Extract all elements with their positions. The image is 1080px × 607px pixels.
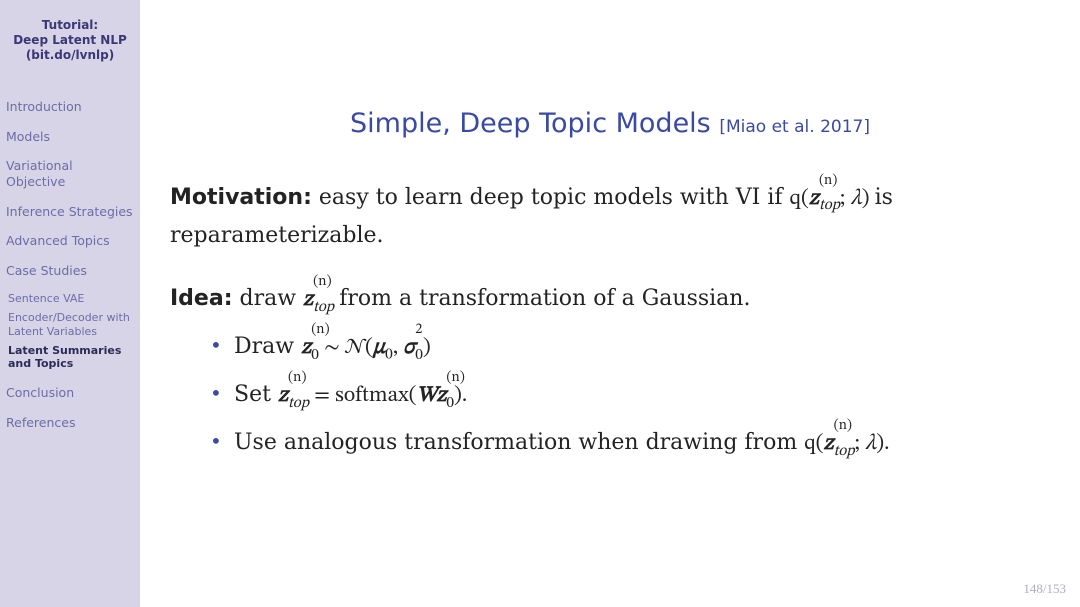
tutorial-title-line1: Tutorial: — [42, 18, 98, 32]
nav-advanced-topics[interactable]: Advanced Topics — [6, 233, 134, 249]
nav-intro-label: Introduction — [6, 99, 82, 114]
idea-bullets: Draw z(n)0 ∼ 𝒩(µ0, σ20) Set z(n)top = so… — [170, 329, 1038, 463]
slide-title-citation: [Miao et al. 2017] — [719, 117, 870, 137]
nav-case-label: Case Studies — [6, 263, 87, 278]
nav-conclusion-label: Conclusion — [6, 385, 74, 400]
nav-vo-label: Variational Objective — [6, 158, 73, 189]
nav-models[interactable]: Models — [6, 129, 134, 145]
tutorial-title-line2: Deep Latent NLP — [13, 33, 127, 47]
nav-sub3-label: Latent Summaries and Topics — [8, 344, 121, 371]
motivation-paragraph: Motivation: easy to learn deep topic mod… — [170, 180, 1038, 253]
motivation-label: Motivation: — [170, 185, 312, 210]
nav-sub1-label: Sentence VAE — [8, 292, 84, 305]
page-number: 148/153 — [1023, 581, 1066, 597]
nav-sub-latent-summaries[interactable]: Latent Summaries and Topics — [8, 344, 134, 372]
idea-text-after: from a transformation of a Gaussian. — [339, 286, 750, 311]
nav-models-label: Models — [6, 129, 50, 144]
nav-refs-label: References — [6, 415, 75, 430]
nav-case-studies[interactable]: Case Studies — [6, 263, 134, 279]
idea-label: Idea: — [170, 286, 233, 311]
slide-title-text: Simple, Deep Topic Models — [350, 108, 711, 139]
slide: Tutorial: Deep Latent NLP (bit.do/lvnlp)… — [0, 0, 1080, 607]
tutorial-title-line3: (bit.do/lvnlp) — [26, 48, 114, 62]
bullet-draw-z0: Draw z(n)0 ∼ 𝒩(µ0, σ20) — [210, 329, 1038, 367]
nav-inference-strategies[interactable]: Inference Strategies — [6, 204, 134, 220]
idea-z-top: z(n)top — [303, 289, 339, 311]
slide-content: Motivation: easy to learn deep topic mod… — [170, 180, 1038, 463]
page-number-text: 148/153 — [1023, 581, 1066, 596]
nav-conclusion[interactable]: Conclusion — [6, 385, 134, 401]
nav-sub-encoder-decoder[interactable]: Encoder/Decoder with Latent Variables — [8, 311, 134, 339]
idea-text-before: draw — [240, 286, 304, 311]
motivation-q-expression: q(z(n)top; λ) — [790, 188, 875, 210]
nav-adv-label: Advanced Topics — [6, 233, 110, 248]
motivation-text-before: easy to learn deep topic models with VI … — [319, 185, 790, 210]
bullet-analogous-q: Use analogous transformation when drawin… — [210, 425, 1038, 463]
nav-sub-sentence-vae[interactable]: Sentence VAE — [8, 292, 134, 306]
slide-title: Simple, Deep Topic Models [Miao et al. 2… — [140, 108, 1080, 139]
nav-inf-label: Inference Strategies — [6, 204, 133, 219]
bullet-set-ztop: Set z(n)top = softmax(Wz(n)0). — [210, 377, 1038, 415]
slide-body: Simple, Deep Topic Models [Miao et al. 2… — [140, 0, 1080, 607]
bullet3-math: q(z(n)top; λ). — [804, 433, 889, 455]
nav-intro[interactable]: Introduction — [6, 99, 134, 115]
bullet2-math: z(n)top = softmax(Wz(n)0). — [278, 385, 467, 407]
nav-sidebar: Tutorial: Deep Latent NLP (bit.do/lvnlp)… — [0, 0, 140, 607]
bullet1-math: z(n)0 ∼ 𝒩(µ0, σ20) — [301, 337, 431, 359]
nav-references[interactable]: References — [6, 415, 134, 431]
idea-paragraph: Idea: draw z(n)top from a transformation… — [170, 281, 1038, 319]
nav-variational-objective[interactable]: Variational Objective — [6, 158, 134, 189]
tutorial-title: Tutorial: Deep Latent NLP (bit.do/lvnlp) — [6, 18, 134, 63]
nav-sub2-label: Encoder/Decoder with Latent Variables — [8, 311, 130, 338]
